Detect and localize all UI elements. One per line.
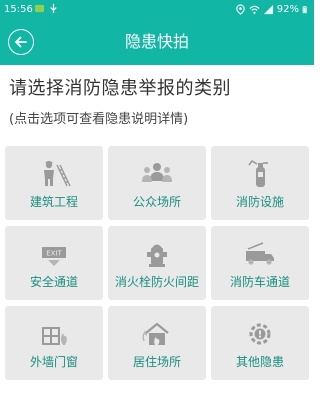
category-tile-safety-passage[interactable]: EXIT 安全通道 — [5, 226, 103, 300]
fire-hydrant-icon — [147, 244, 167, 267]
exit-sign-icon: EXIT — [42, 247, 66, 266]
category-tile-construction[interactable]: 建筑工程 — [5, 146, 103, 220]
construction-worker-icon — [44, 161, 71, 187]
app-bar: 隐患快拍 — [0, 19, 314, 65]
instruction-subheading: (点击选项可查看隐患说明详情) — [9, 112, 189, 127]
notification-app-icon — [34, 4, 45, 13]
system-icons: 92% — [235, 0, 310, 19]
svg-text:EXIT: EXIT — [46, 250, 62, 258]
usb-icon — [50, 3, 57, 14]
back-arrow-icon — [15, 36, 27, 48]
tile-label: 消防车通道 — [229, 275, 290, 289]
category-tile-fire-facilities[interactable]: 消防设施 — [211, 146, 309, 220]
back-button[interactable] — [8, 29, 34, 55]
status-time: 15:56 — [4, 4, 33, 15]
category-grid: 建筑工程 公众场所 消防设施 EXIT 安全通道 消火栓防火间距 消防车通道 外… — [5, 146, 309, 380]
window-fire-icon — [42, 327, 67, 345]
location-icon — [236, 4, 245, 15]
gear-alert-icon — [249, 323, 271, 345]
fire-extinguisher-icon — [248, 159, 268, 187]
page-title: 隐患快拍 — [124, 32, 189, 51]
wifi-icon — [249, 5, 260, 14]
tile-label: 公众场所 — [132, 195, 181, 209]
tile-label: 其他隐患 — [235, 355, 284, 369]
category-tile-public-places[interactable]: 公众场所 — [108, 146, 206, 220]
battery-icon — [302, 6, 307, 14]
category-tile-fire-truck-lane[interactable]: 消防车通道 — [211, 226, 309, 300]
house-fire-icon — [142, 322, 169, 345]
tile-label: 外墙门窗 — [29, 355, 78, 369]
instruction-heading: 请选择消防隐患举报的类别 — [9, 78, 231, 99]
category-tile-residential[interactable]: 居住场所 — [108, 306, 206, 380]
tile-label: 居住场所 — [132, 355, 181, 369]
tile-label: 消防设施 — [235, 195, 284, 209]
tile-label: 建筑工程 — [29, 195, 78, 209]
crowd-icon — [142, 163, 172, 182]
tile-label: 安全通道 — [29, 275, 78, 289]
battery-percentage: 92% — [276, 4, 299, 15]
category-tile-hydrant-spacing[interactable]: 消火栓防火间距 — [108, 226, 206, 300]
signal-icon — [263, 4, 273, 15]
status-bar: 15:56 92% — [0, 0, 314, 19]
category-tile-other-hazards[interactable]: 其他隐患 — [211, 306, 309, 380]
notification-icons — [34, 3, 59, 14]
category-tile-exterior-windows[interactable]: 外墙门窗 — [5, 306, 103, 380]
tile-label: 消火栓防火间距 — [114, 275, 199, 289]
fire-truck-icon — [246, 242, 274, 265]
